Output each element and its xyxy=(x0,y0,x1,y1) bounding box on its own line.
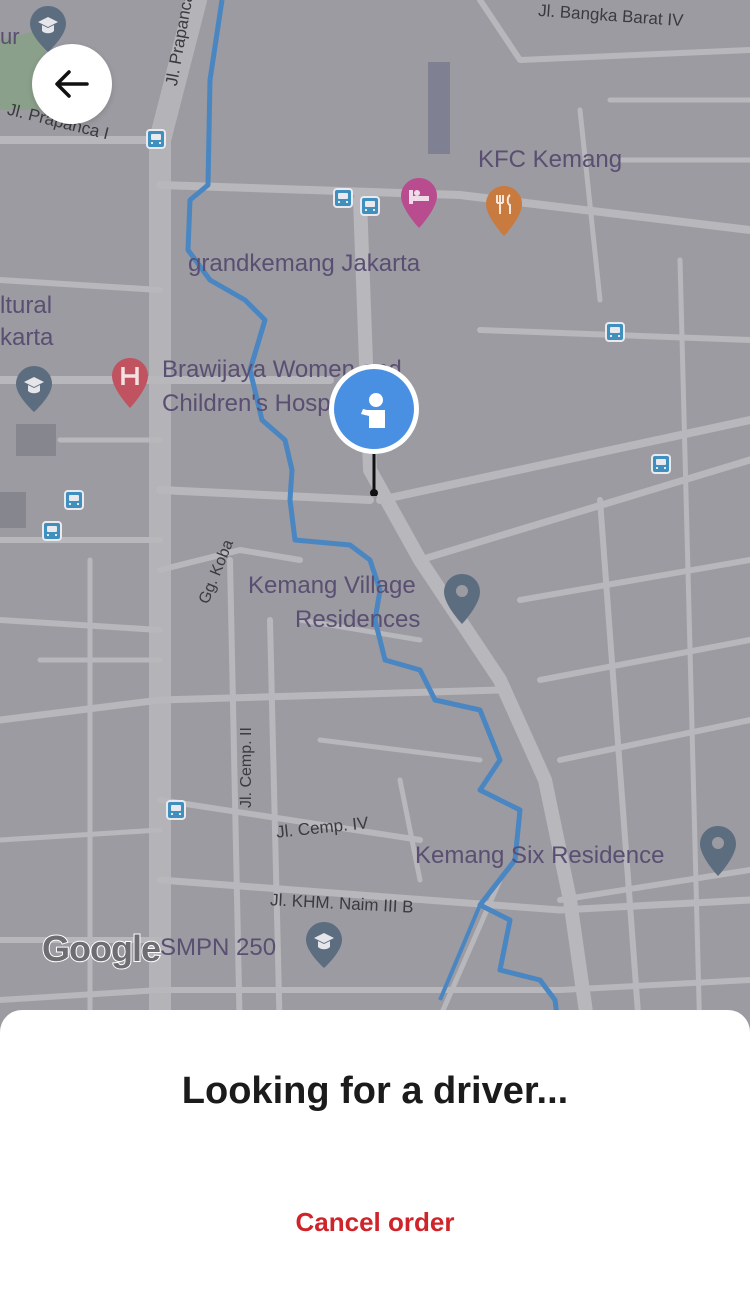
bus-stop-icon[interactable] xyxy=(333,188,353,208)
bus-stop-icon[interactable] xyxy=(42,521,62,541)
map-label-kfc: KFC Kemang xyxy=(478,146,623,173)
bus-stop-icon[interactable] xyxy=(64,490,84,510)
bus-stop-icon[interactable] xyxy=(166,800,186,820)
back-button[interactable] xyxy=(32,44,112,124)
pickup-location-marker[interactable] xyxy=(327,362,421,496)
bus-stop-icon[interactable] xyxy=(360,196,380,216)
restaurant-icon[interactable] xyxy=(484,184,524,238)
map-label-cultural-2: karta xyxy=(0,324,54,351)
map-label-kemang-six: Kemang Six Residence xyxy=(415,842,665,869)
map-label-ur: ur xyxy=(0,24,20,49)
bottom-sheet: Looking for a driver... Cancel order xyxy=(0,1010,750,1298)
map-label-kemang-village-1: Kemang Village xyxy=(248,572,416,599)
place-pin-icon[interactable] xyxy=(698,824,738,878)
bus-stop-icon[interactable] xyxy=(651,454,671,474)
road-label-cemp-ii: Jl. Cemp. II xyxy=(238,727,255,808)
sheet-title: Looking for a driver... xyxy=(181,1070,569,1112)
map-label-smpn: SMPN 250 xyxy=(160,934,277,961)
map-label-cultural-1: ltural xyxy=(0,292,53,319)
map-label-grandkemang: grandkemang Jakarta xyxy=(188,250,421,277)
map-view[interactable]: ur Jl. Bangka Barat IV Jl. Prapanca Jl. … xyxy=(0,0,750,1040)
bus-stop-icon[interactable] xyxy=(605,322,625,342)
map-label-kemang-village-2: Residences xyxy=(295,606,421,633)
bus-stop-icon[interactable] xyxy=(146,129,166,149)
arrow-left-icon xyxy=(55,70,89,98)
school-icon[interactable] xyxy=(14,364,54,414)
hospital-icon[interactable] xyxy=(110,356,150,410)
google-logo: Google xyxy=(41,927,162,970)
place-pin-icon[interactable] xyxy=(442,572,482,626)
hotel-icon[interactable] xyxy=(399,176,439,230)
map-roads xyxy=(0,0,750,1040)
cancel-order-button[interactable]: Cancel order xyxy=(250,1200,500,1244)
school-icon[interactable] xyxy=(304,920,344,970)
